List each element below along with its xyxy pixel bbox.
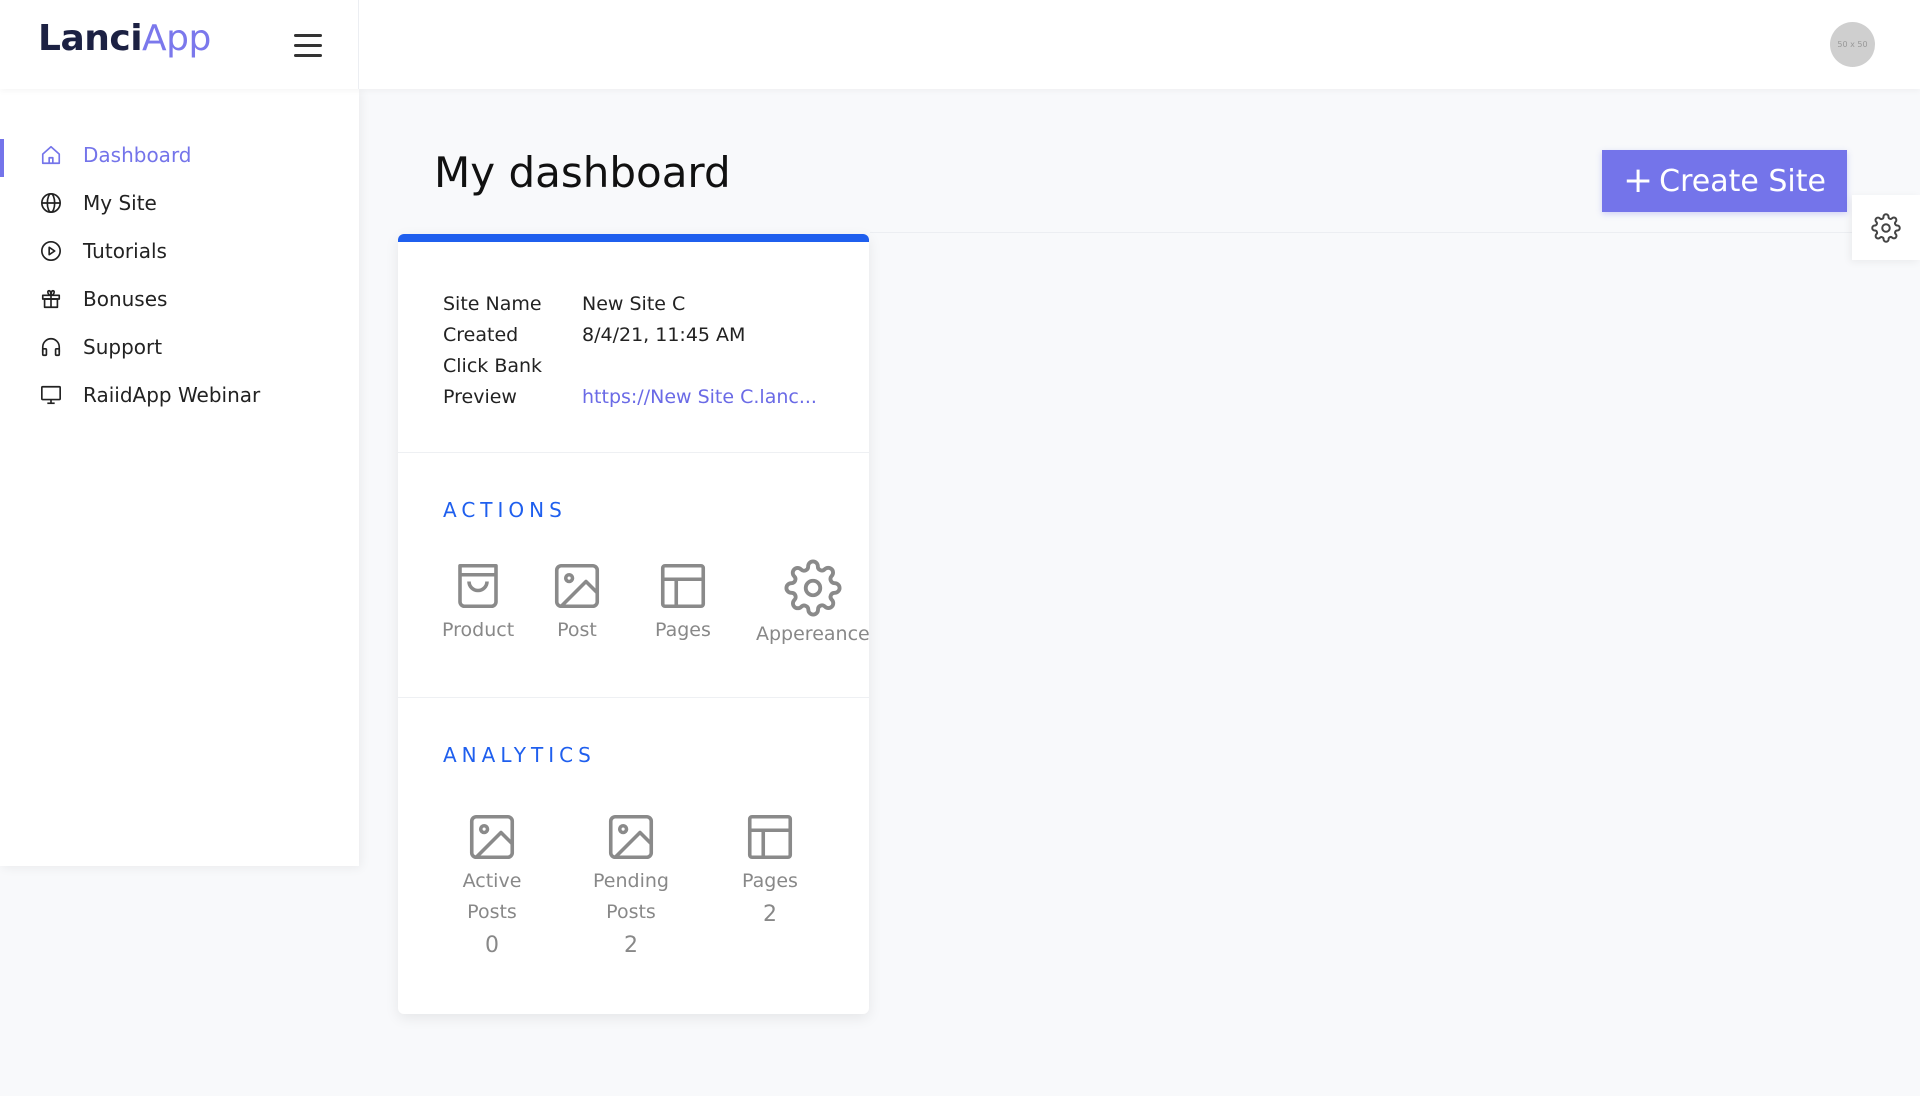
info-row-created: Created 8/4/21, 11:45 AM bbox=[443, 319, 869, 350]
image-icon bbox=[554, 563, 600, 609]
sidebar: Dashboard My Site Tutorials Bonuses Supp… bbox=[0, 89, 359, 866]
layout-icon bbox=[660, 563, 706, 609]
sidebar-item-label: Dashboard bbox=[83, 143, 192, 167]
action-label: Appereance bbox=[756, 623, 869, 645]
info-label: Site Name bbox=[443, 292, 542, 315]
gear-icon bbox=[784, 559, 842, 617]
home-icon bbox=[38, 143, 63, 168]
action-post[interactable]: Post bbox=[550, 559, 604, 641]
page-title: My dashboard bbox=[434, 148, 731, 197]
sidebar-item-label: RaiidApp Webinar bbox=[83, 383, 261, 407]
sidebar-item-webinar[interactable]: RaiidApp Webinar bbox=[0, 371, 359, 419]
analytics-label-line1: Active bbox=[462, 870, 522, 892]
actions-heading: ACTIONS bbox=[443, 498, 567, 522]
monitor-icon bbox=[38, 383, 63, 408]
brand-name-part2: App bbox=[142, 18, 211, 59]
gear-icon bbox=[1871, 212, 1901, 243]
action-pages[interactable]: Pages bbox=[655, 559, 711, 641]
analytics-count: 2 bbox=[624, 933, 638, 958]
gift-icon bbox=[38, 287, 63, 312]
info-row-preview: Preview https://New Site C.lanc... bbox=[443, 381, 869, 412]
info-label: Preview bbox=[443, 385, 517, 408]
avatar[interactable]: 50 x 50 bbox=[1830, 22, 1875, 67]
sidebar-item-my-site[interactable]: My Site bbox=[0, 179, 359, 227]
analytics-label-line2: Posts bbox=[606, 901, 656, 923]
header-divider bbox=[358, 0, 359, 89]
sidebar-item-label: Bonuses bbox=[83, 287, 168, 311]
analytics-pages: Pages 2 bbox=[720, 810, 820, 930]
top-header: LanciApp 50 x 50 bbox=[0, 0, 1920, 89]
sidebar-item-support[interactable]: Support bbox=[0, 323, 359, 371]
site-info: Site Name New Site C Created 8/4/21, 11:… bbox=[398, 242, 869, 452]
info-row-site-name: Site Name New Site C bbox=[443, 288, 869, 319]
sidebar-item-bonuses[interactable]: Bonuses bbox=[0, 275, 359, 323]
analytics-active-posts: Active Posts 0 bbox=[442, 810, 542, 961]
menu-toggle-icon[interactable] bbox=[294, 34, 322, 57]
analytics-label-line1: Pending bbox=[593, 870, 669, 892]
image-icon bbox=[469, 814, 515, 860]
sidebar-item-label: My Site bbox=[83, 191, 157, 215]
actions-section: ACTIONS Product Post Pages Appereance bbox=[398, 453, 869, 697]
action-label: Product bbox=[442, 619, 515, 641]
brand-logo[interactable]: LanciApp bbox=[38, 18, 211, 59]
sidebar-nav: Dashboard My Site Tutorials Bonuses Supp… bbox=[0, 131, 359, 419]
info-row-click-bank: Click Bank bbox=[443, 350, 869, 381]
globe-icon bbox=[38, 191, 63, 216]
headphones-icon bbox=[38, 335, 63, 360]
analytics-label-line1: Pages bbox=[742, 870, 798, 892]
info-value: 8/4/21, 11:45 AM bbox=[582, 323, 746, 346]
analytics-heading: ANALYTICS bbox=[443, 743, 596, 767]
analytics-count: 2 bbox=[763, 902, 777, 927]
action-label: Post bbox=[557, 619, 597, 641]
site-card: Site Name New Site C Created 8/4/21, 11:… bbox=[398, 234, 869, 1014]
analytics-section: ANALYTICS Active Posts 0 Pending Posts 2… bbox=[398, 698, 869, 1008]
info-label: Click Bank bbox=[443, 354, 543, 377]
analytics-pending-posts: Pending Posts 2 bbox=[581, 810, 681, 961]
image-icon bbox=[608, 814, 654, 860]
layout-icon bbox=[747, 814, 793, 860]
shopping-bag-icon bbox=[458, 563, 498, 609]
brand-name-part1: Lanci bbox=[38, 18, 143, 59]
plus-icon: + bbox=[1623, 160, 1654, 201]
info-value: New Site C bbox=[582, 292, 686, 315]
sidebar-item-tutorials[interactable]: Tutorials bbox=[0, 227, 359, 275]
content-divider bbox=[870, 232, 1920, 233]
analytics-count: 0 bbox=[485, 933, 499, 958]
action-product[interactable]: Product bbox=[442, 559, 514, 641]
sidebar-item-dashboard[interactable]: Dashboard bbox=[0, 131, 359, 179]
sidebar-item-label: Tutorials bbox=[83, 239, 167, 263]
play-circle-icon bbox=[38, 239, 63, 264]
sidebar-item-label: Support bbox=[83, 335, 163, 359]
card-accent-bar bbox=[398, 234, 869, 242]
action-label: Pages bbox=[655, 619, 711, 641]
settings-panel-toggle[interactable] bbox=[1852, 195, 1920, 260]
actions-grid: Product Post Pages Appereance bbox=[398, 559, 869, 659]
preview-link[interactable]: https://New Site C.lanc... bbox=[582, 386, 817, 408]
avatar-placeholder-text: 50 x 50 bbox=[1837, 40, 1868, 49]
create-site-button[interactable]: + Create Site bbox=[1602, 150, 1847, 212]
create-site-label: Create Site bbox=[1659, 163, 1826, 199]
info-label: Created bbox=[443, 323, 519, 346]
action-appearance[interactable]: Appereance bbox=[756, 559, 869, 645]
analytics-label-line2: Posts bbox=[467, 901, 517, 923]
